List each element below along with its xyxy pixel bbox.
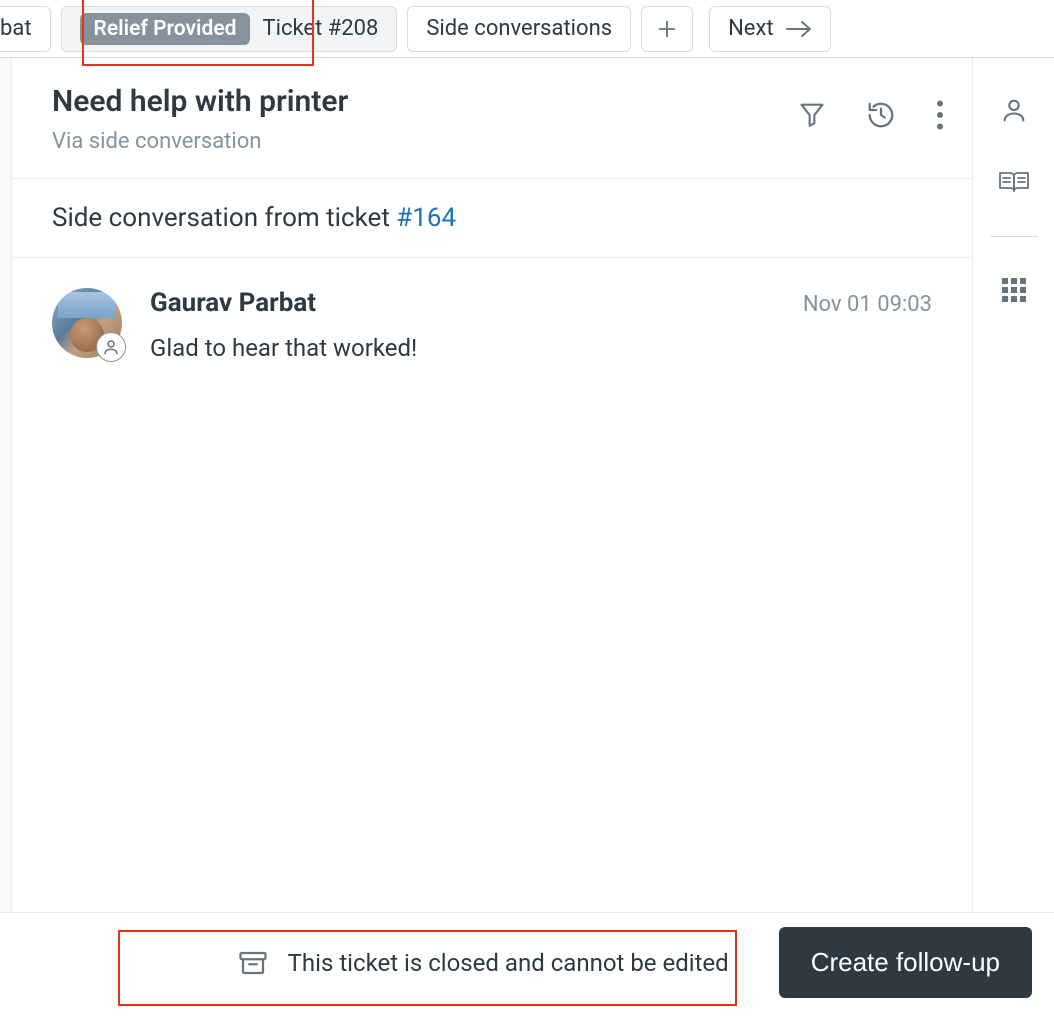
message-author: Gaurav Parbat <box>150 288 316 318</box>
status-badge: Relief Provided <box>80 13 251 45</box>
next-button[interactable]: Next <box>709 6 830 52</box>
closed-text: This ticket is closed and cannot be edit… <box>288 949 729 977</box>
tab-label: bat <box>0 16 32 41</box>
archive-icon <box>238 948 268 978</box>
source-prefix: Side conversation from ticket <box>52 203 396 233</box>
message: Gaurav Parbat Nov 01 09:03 Glad to hear … <box>12 258 972 392</box>
tab-active-ticket[interactable]: Relief Provided Ticket #208 <box>61 6 398 52</box>
tab-side-conversations[interactable]: Side conversations <box>407 6 631 52</box>
rail-user-button[interactable] <box>1000 96 1028 124</box>
book-open-icon <box>998 168 1030 196</box>
workspace: Need help with printer Via side conversa… <box>0 58 1054 912</box>
source-ticket-link[interactable]: #164 <box>396 203 456 233</box>
avatar-role-badge <box>96 332 126 362</box>
person-icon <box>1000 96 1028 124</box>
avatar[interactable] <box>52 288 122 358</box>
tab-bar: bat Relief Provided Ticket #208 Side con… <box>0 0 1054 58</box>
rail-apps-button[interactable] <box>1001 277 1027 303</box>
tab-add[interactable] <box>641 6 693 52</box>
apps-grid-icon <box>1001 277 1027 303</box>
message-body: Glad to hear that worked! <box>150 334 932 362</box>
filter-button[interactable] <box>798 100 826 130</box>
tab-previous-partial[interactable]: bat <box>0 6 51 52</box>
plus-icon <box>656 18 678 40</box>
history-icon <box>866 100 896 130</box>
rail-knowledge-button[interactable] <box>998 168 1030 196</box>
ticket-header: Need help with printer Via side conversa… <box>12 58 972 179</box>
footer: This ticket is closed and cannot be edit… <box>0 912 1054 1012</box>
more-vertical-icon <box>936 100 944 130</box>
right-rail <box>972 58 1054 912</box>
closed-message: This ticket is closed and cannot be edit… <box>224 938 743 988</box>
person-icon <box>102 338 120 356</box>
left-gutter <box>0 58 12 912</box>
arrow-right-icon <box>786 20 812 38</box>
tab-label: Side conversations <box>426 16 612 41</box>
ticket-title: Need help with printer <box>52 84 798 119</box>
more-button[interactable] <box>936 100 944 130</box>
message-timestamp: Nov 01 09:03 <box>803 292 932 317</box>
next-label: Next <box>728 16 773 41</box>
rail-divider <box>990 236 1038 237</box>
main-panel: Need help with printer Via side conversa… <box>12 58 972 912</box>
create-follow-up-button[interactable]: Create follow-up <box>779 927 1032 998</box>
filter-icon <box>798 100 826 128</box>
tab-ticket-label: Ticket #208 <box>262 16 378 41</box>
side-conversation-source: Side conversation from ticket #164 <box>12 179 972 258</box>
ticket-subtitle: Via side conversation <box>52 129 798 154</box>
history-button[interactable] <box>866 100 896 130</box>
